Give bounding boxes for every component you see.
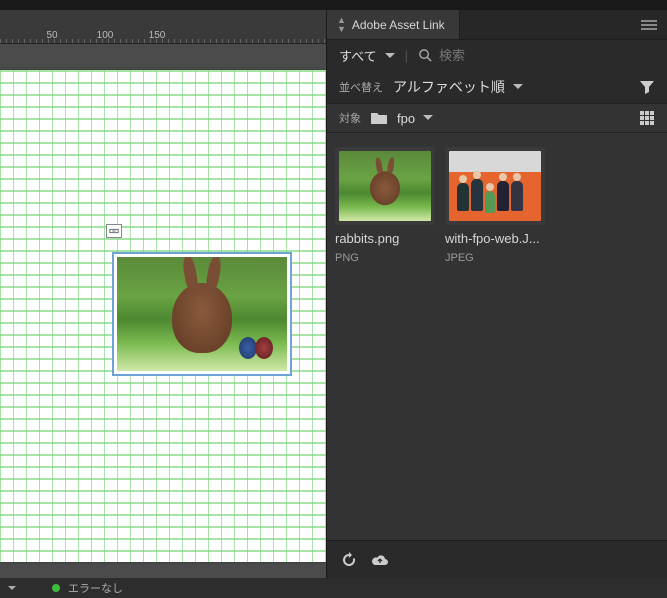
sort-dropdown[interactable]: アルファベット順 bbox=[393, 77, 523, 97]
grid-view-icon[interactable] bbox=[639, 110, 655, 126]
refresh-icon[interactable] bbox=[341, 552, 357, 568]
status-bar: エラーなし bbox=[0, 578, 667, 598]
target-dropdown[interactable]: fpo bbox=[397, 111, 433, 126]
canvas-viewport[interactable] bbox=[0, 44, 326, 578]
status-ok-icon bbox=[52, 584, 60, 592]
filter-label: すべて bbox=[339, 46, 377, 65]
folder-icon bbox=[371, 111, 387, 125]
sort-row: 並べ替え アルファベット順 bbox=[327, 71, 667, 103]
asset-thumbnail bbox=[335, 147, 435, 225]
sort-value: アルファベット順 bbox=[393, 77, 505, 97]
link-badge-icon bbox=[106, 224, 122, 238]
filter-dropdown[interactable]: すべて bbox=[339, 46, 395, 65]
error-status-label: エラーなし bbox=[68, 580, 123, 596]
ruler-horizontal[interactable]: 50 100 150 bbox=[0, 10, 326, 44]
asset-link-panel: ▲▼ Adobe Asset Link すべて | bbox=[326, 10, 667, 578]
sort-label: 並べ替え bbox=[339, 79, 383, 95]
asset-type: PNG bbox=[335, 252, 435, 264]
ruler-tick: 150 bbox=[149, 30, 166, 41]
app-top-bar bbox=[0, 0, 667, 10]
cloud-upload-icon[interactable] bbox=[371, 552, 389, 568]
ruler-tick: 100 bbox=[97, 30, 114, 41]
panel-menu-button[interactable] bbox=[631, 18, 667, 32]
asset-item[interactable]: rabbits.png PNG bbox=[335, 147, 435, 264]
panel-footer bbox=[327, 540, 667, 578]
asset-name: rabbits.png bbox=[335, 231, 435, 246]
placed-image-content bbox=[117, 257, 287, 371]
target-label: 対象 bbox=[339, 110, 361, 126]
target-row: 対象 fpo bbox=[327, 103, 667, 133]
panel-body: すべて | 並べ替え アルファベット順 bbox=[327, 40, 667, 578]
document-canvas-area: 50 100 150 bbox=[0, 10, 326, 578]
asset-thumbnail bbox=[445, 147, 545, 225]
asset-item[interactable]: with-fpo-web.J... JPEG bbox=[445, 147, 545, 264]
chevron-down-icon[interactable] bbox=[8, 586, 16, 594]
filter-search-row: すべて | bbox=[327, 40, 667, 71]
search-field[interactable] bbox=[418, 48, 655, 63]
chevron-down-icon bbox=[513, 84, 523, 94]
search-input[interactable] bbox=[439, 48, 655, 63]
tab-adobe-asset-link[interactable]: ▲▼ Adobe Asset Link bbox=[327, 10, 460, 39]
asset-name: with-fpo-web.J... bbox=[445, 231, 545, 246]
search-icon bbox=[418, 48, 433, 63]
ruler-tick: 50 bbox=[46, 30, 57, 41]
placed-image-frame[interactable] bbox=[112, 252, 292, 376]
chevron-down-icon bbox=[385, 53, 395, 63]
document-page[interactable] bbox=[0, 70, 326, 562]
tab-label: Adobe Asset Link bbox=[352, 18, 445, 32]
panel-tab-bar: ▲▼ Adobe Asset Link bbox=[327, 10, 667, 40]
filter-icon[interactable] bbox=[639, 79, 655, 95]
expand-collapse-icon: ▲▼ bbox=[337, 16, 346, 34]
main-area: 50 100 150 bbox=[0, 10, 667, 578]
chevron-down-icon bbox=[423, 115, 433, 125]
target-value: fpo bbox=[397, 111, 415, 126]
asset-grid: rabbits.png PNG with-fpo-web.J... JPEG bbox=[327, 133, 667, 540]
asset-type: JPEG bbox=[445, 252, 545, 264]
